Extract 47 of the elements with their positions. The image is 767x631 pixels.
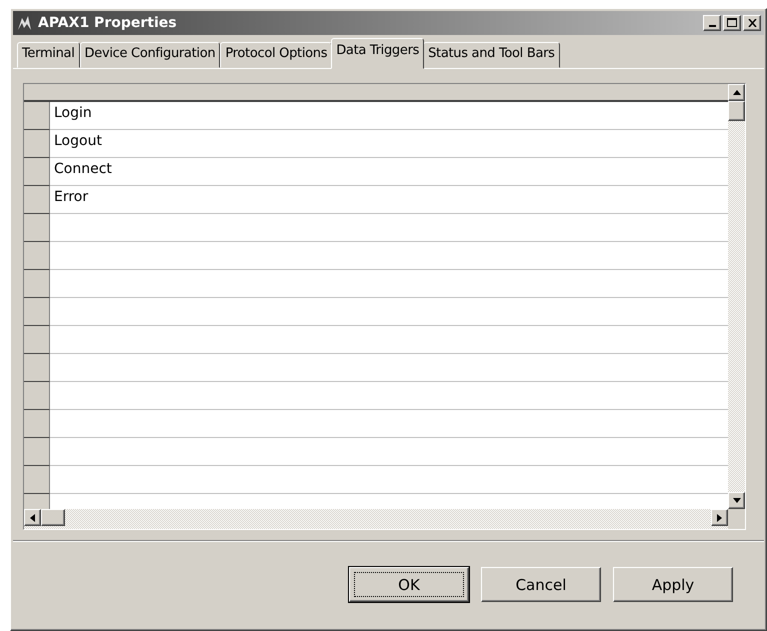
close-button[interactable] bbox=[743, 14, 761, 31]
row-header[interactable] bbox=[24, 354, 50, 382]
up-arrow-icon bbox=[732, 90, 740, 96]
row-header[interactable] bbox=[24, 242, 50, 270]
tab[interactable]: Data Triggers bbox=[331, 38, 424, 70]
row-header[interactable] bbox=[24, 326, 50, 354]
row-header[interactable] bbox=[24, 298, 50, 326]
row-header[interactable] bbox=[24, 130, 50, 158]
scroll-left-button[interactable] bbox=[24, 509, 41, 526]
minimize-icon bbox=[708, 24, 716, 27]
down-arrow-icon bbox=[732, 498, 740, 504]
maximize-icon bbox=[727, 18, 737, 28]
tab[interactable]: Terminal bbox=[17, 42, 80, 68]
vertical-scrollbar[interactable] bbox=[728, 84, 745, 510]
tab[interactable]: Protocol Options bbox=[220, 42, 332, 68]
scroll-thumb[interactable] bbox=[728, 101, 745, 122]
table-cell-text: Error bbox=[53, 188, 90, 208]
dialog-button[interactable]: OK bbox=[349, 567, 469, 602]
scroll-down-button[interactable] bbox=[728, 492, 745, 510]
row-header[interactable] bbox=[24, 438, 50, 466]
row-header[interactable] bbox=[24, 186, 50, 214]
scroll-up-button[interactable] bbox=[728, 84, 745, 102]
minimize-button[interactable] bbox=[703, 14, 721, 31]
maximize-button[interactable] bbox=[723, 14, 741, 31]
row-header[interactable] bbox=[24, 466, 50, 494]
app-icon bbox=[16, 14, 34, 31]
scroll-thumb[interactable] bbox=[41, 509, 65, 526]
tab[interactable]: Status and Tool Bars bbox=[423, 42, 560, 68]
table-cell-text: Connect bbox=[53, 160, 113, 180]
row-header[interactable] bbox=[24, 102, 50, 130]
window-title: APAX1 Properties bbox=[38, 14, 177, 31]
row-header[interactable] bbox=[24, 410, 50, 438]
tab[interactable]: Device Configuration bbox=[80, 42, 220, 68]
table-cell-text: Login bbox=[53, 104, 93, 124]
row-header[interactable] bbox=[24, 382, 50, 410]
scrollbar-corner bbox=[728, 509, 745, 530]
close-icon bbox=[748, 18, 756, 27]
row-header[interactable] bbox=[24, 270, 50, 298]
table-cell-text: Logout bbox=[53, 132, 103, 152]
horizontal-scrollbar[interactable] bbox=[24, 509, 728, 530]
dialog-button[interactable]: Apply bbox=[613, 567, 733, 602]
scroll-right-button[interactable] bbox=[711, 509, 728, 526]
left-arrow-icon bbox=[30, 514, 35, 522]
row-header[interactable] bbox=[24, 214, 50, 242]
right-arrow-icon bbox=[717, 514, 722, 522]
row-header[interactable] bbox=[24, 158, 50, 186]
dialog-button[interactable]: Cancel bbox=[481, 567, 601, 602]
